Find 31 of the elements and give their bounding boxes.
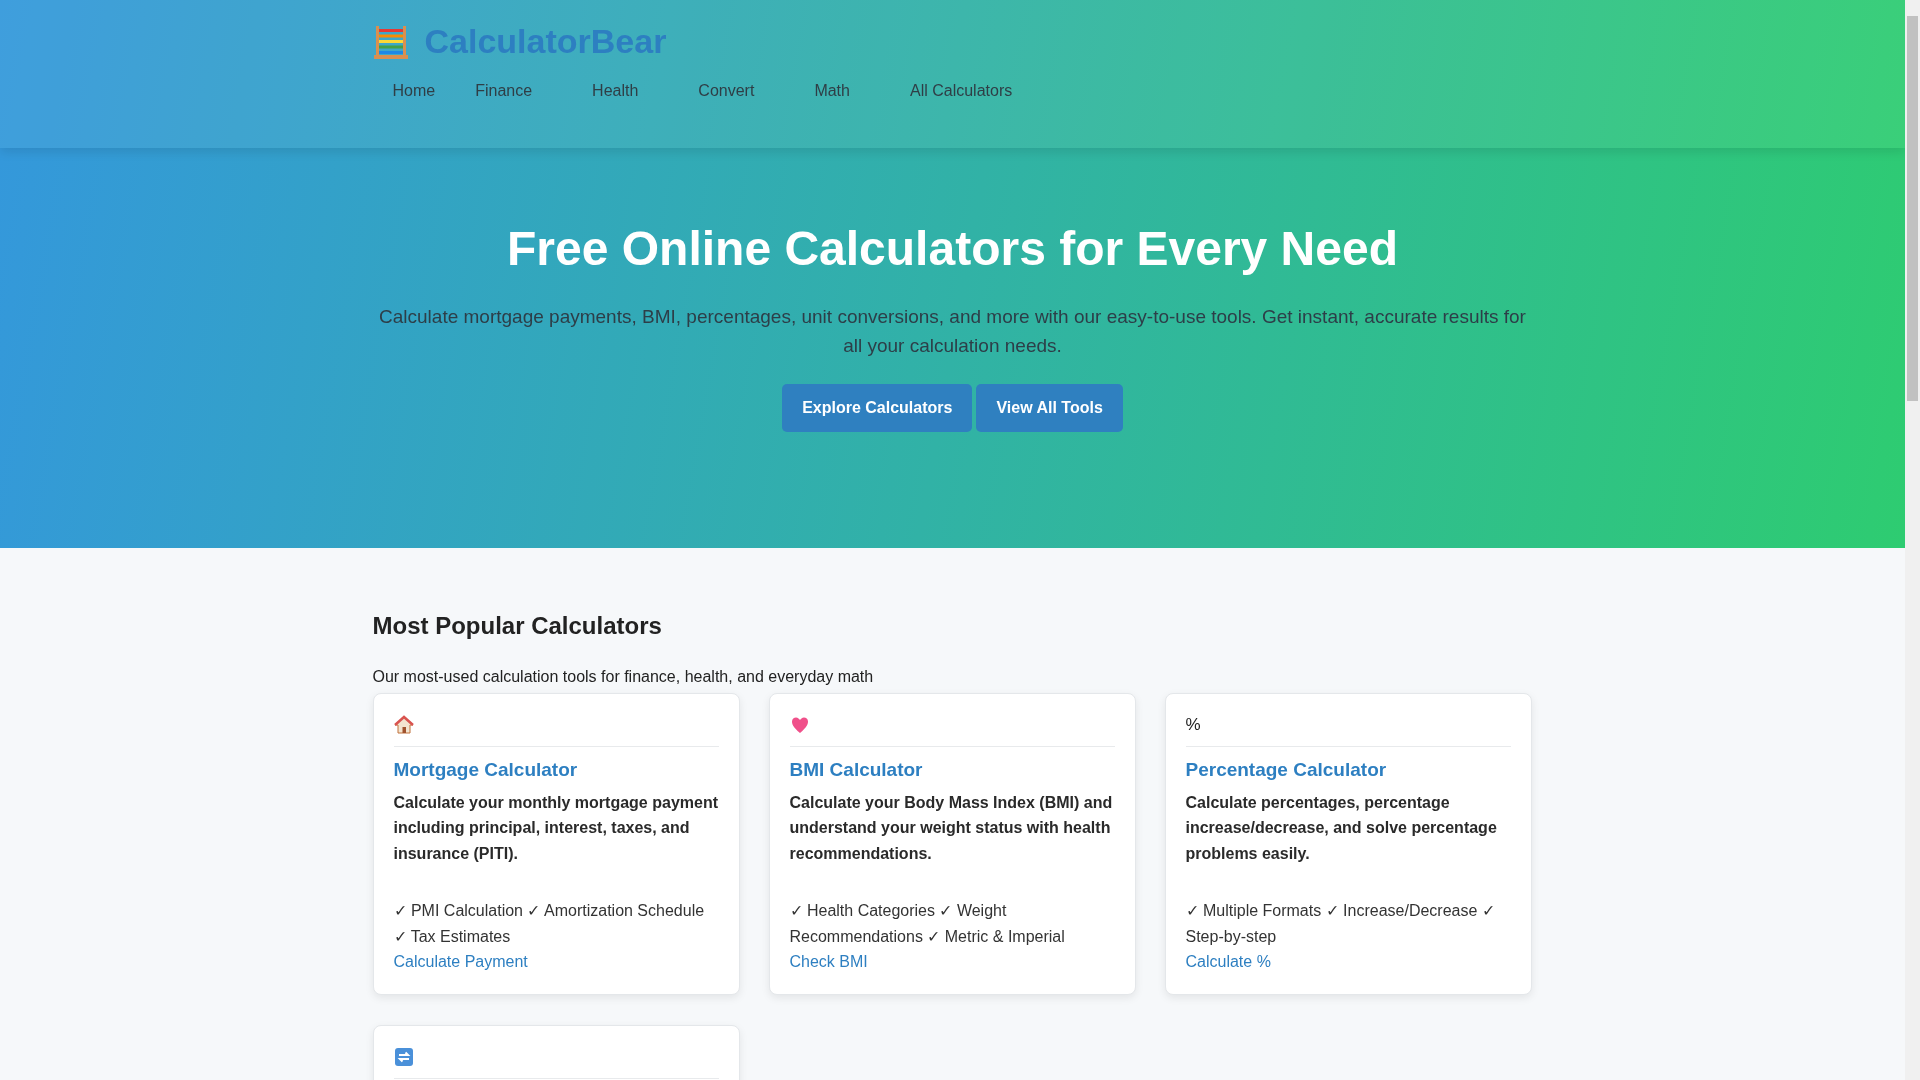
card-description: Calculate your monthly mortgage payment including principal, interest, taxes, and insurance (PITI).: [393, 792, 719, 864]
nav-link[interactable]: Convert: [678, 75, 775, 107]
feature-list: ✓ Multiple Formats ✓ Increase/Decrease ✓ Step-by-step: [1185, 898, 1511, 950]
card-description: Calculate percentages, percentage increase/decrease, and solve percentage problems easily.: [1185, 792, 1498, 864]
card-link[interactable]: Check BMI: [789, 952, 868, 970]
nav-link[interactable]: Finance: [455, 75, 553, 107]
heart-icon: [789, 715, 810, 736]
section-subtitle: Our most-used calculation tools for finance, health, and everyday math: [372, 666, 875, 687]
scrollbar-thumb[interactable]: [1907, 16, 1918, 401]
card-title[interactable]: BMI Calculator: [789, 758, 1115, 782]
arrows-icon: [393, 1047, 414, 1068]
house-icon: [393, 715, 414, 736]
card-link[interactable]: Calculate %: [1185, 952, 1271, 970]
feature-list: ✓ PMI Calculation ✓ Amortization Schedule ✓ Tax Estimates: [393, 898, 719, 950]
percent-symbol: %: [1185, 714, 1201, 734]
hero-text: Calculate mortgage payments, BMI, percentages, unit conversions, and more with our easy-to-use tools. Get instant, accurate results for all your calculation needs.: [378, 304, 1527, 359]
feature-list: ✓ Health Categories ✓ Weight Recommendations ✓ Metric & Imperial: [789, 898, 1115, 950]
abacus-icon: [372, 23, 409, 60]
hero-button[interactable]: Explore Calculators: [782, 384, 973, 433]
nav-link[interactable]: Math: [794, 75, 870, 107]
card-title[interactable]: Percentage Calculator: [1185, 758, 1511, 782]
card-link[interactable]: Calculate Payment: [393, 952, 528, 970]
card-title[interactable]: Mortgage Calculator: [393, 758, 719, 782]
card-description: Calculate your Body Mass Index (BMI) and understand your weight status with health recommendations.: [789, 792, 1114, 864]
nav-link[interactable]: Health: [572, 75, 659, 107]
nav-link[interactable]: Home: [372, 75, 456, 107]
hero-button[interactable]: View All Tools: [976, 384, 1123, 433]
nav-link[interactable]: All Calculators: [889, 75, 1033, 107]
section-title: Most Popular Calculators: [372, 612, 663, 641]
hero-title: Free Online Calculators for Every Need: [507, 221, 1398, 277]
scrollbar[interactable]: [1905, 0, 1920, 1080]
